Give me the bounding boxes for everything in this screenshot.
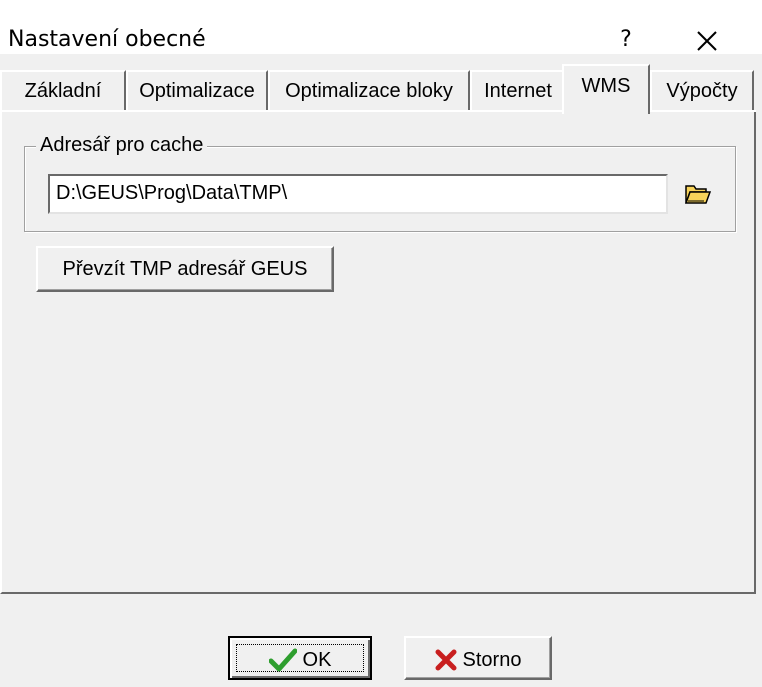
cache-path-field[interactable]: D:\GEUS\Prog\Data\TMP\ — [48, 174, 668, 214]
take-tmp-folder-label: Převzít TMP adresář GEUS — [62, 258, 308, 280]
close-icon — [697, 31, 717, 51]
folder-open-icon — [684, 185, 712, 204]
dialog-title: Nastavení obecné — [8, 27, 206, 52]
settings-dialog: Nastavení obecné ? Základní Optimalizace… — [0, 0, 762, 687]
x-mark-icon — [435, 649, 457, 671]
checkmark-icon — [268, 648, 297, 672]
title-bar: Nastavení obecné ? — [0, 0, 762, 54]
cache-group-label: Adresář pro cache — [36, 132, 208, 158]
cancel-label: Storno — [462, 649, 522, 671]
close-button[interactable] — [690, 24, 724, 58]
take-tmp-folder-button[interactable]: Převzít TMP adresář GEUS — [36, 246, 334, 292]
cancel-button[interactable]: Storno — [404, 636, 552, 680]
tab-zakladni[interactable]: Základní — [0, 70, 126, 110]
browse-folder-button[interactable] — [678, 174, 716, 214]
ok-label: OK — [302, 649, 332, 671]
tab-optimalizace-bloky[interactable]: Optimalizace bloky — [268, 70, 470, 110]
ok-button[interactable]: OK — [228, 636, 372, 680]
tab-vypocty[interactable]: Výpočty — [650, 70, 754, 110]
tab-wms[interactable]: WMS — [562, 64, 650, 114]
tab-page-wms: Adresář pro cache D:\GEUS\Prog\Data\TMP\… — [0, 112, 756, 594]
tab-optimalizace[interactable]: Optimalizace — [126, 70, 268, 110]
help-button[interactable]: ? — [616, 26, 636, 54]
tab-internet[interactable]: Internet — [470, 70, 566, 110]
